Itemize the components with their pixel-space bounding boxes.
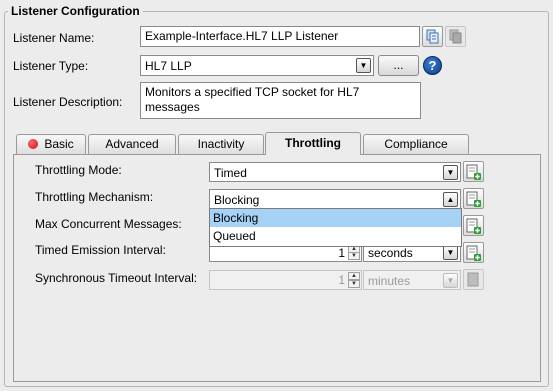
max-concurrent-label: Max Concurrent Messages: xyxy=(35,217,182,231)
listener-description-label: Listener Description: xyxy=(13,95,123,109)
tab-compliance-label: Compliance xyxy=(384,137,448,151)
help-icon[interactable]: ? xyxy=(423,56,442,75)
dropdown-option-queued[interactable]: Queued xyxy=(210,227,461,245)
timed-emission-value: 1 xyxy=(338,246,345,260)
chevron-down-icon: ▼ xyxy=(443,245,458,260)
add-mechanism-button[interactable] xyxy=(463,188,484,209)
listener-type-select[interactable]: HL7 LLP ▼ xyxy=(140,55,374,76)
throttling-mechanism-select[interactable]: Blocking ▲ xyxy=(209,189,461,209)
tab-inactivity-label: Inactivity xyxy=(197,137,245,151)
chevron-down-icon: ▼ xyxy=(443,273,458,288)
add-document-icon xyxy=(466,245,481,261)
tab-advanced[interactable]: Advanced xyxy=(88,134,176,154)
sync-timeout-label: Synchronous Timeout Interval: xyxy=(35,271,198,285)
add-timed-emission-button[interactable] xyxy=(463,242,484,263)
mechanism-dropdown-list: Blocking Queued xyxy=(209,208,462,247)
tab-throttling-label: Throttling xyxy=(285,136,341,150)
browse-button[interactable]: ... xyxy=(378,55,419,76)
sync-timeout-unit: minutes xyxy=(368,274,411,288)
spinner-down-icon[interactable]: ▼ xyxy=(348,280,360,288)
timed-emission-label: Timed Emission Interval: xyxy=(35,243,166,257)
throttling-mechanism-value: Blocking xyxy=(214,193,260,207)
listener-name-label: Listener Name: xyxy=(13,31,95,45)
timed-emission-unit: seconds xyxy=(368,246,413,260)
add-document-icon xyxy=(466,191,481,207)
sync-timeout-value: 1 xyxy=(338,273,345,287)
listener-type-value: HL7 LLP xyxy=(145,59,192,73)
chevron-down-icon: ▼ xyxy=(356,58,371,73)
throttling-mode-value: Timed xyxy=(214,166,247,180)
add-document-icon xyxy=(466,218,481,234)
paste-button[interactable] xyxy=(445,26,466,47)
tab-compliance[interactable]: Compliance xyxy=(363,134,469,154)
tab-throttling[interactable]: Throttling xyxy=(265,132,361,155)
add-sync-timeout-button[interactable] xyxy=(463,269,484,290)
group-title: Listener Configuration xyxy=(8,4,143,18)
dropdown-option-blocking[interactable]: Blocking xyxy=(210,209,461,227)
throttling-mode-select[interactable]: Timed ▼ xyxy=(209,162,461,182)
spinner-up-icon[interactable]: ▲ xyxy=(348,272,360,280)
add-mode-button[interactable] xyxy=(463,161,484,182)
add-document-icon xyxy=(466,164,481,180)
tab-basic-label: Basic xyxy=(44,137,74,151)
sync-timeout-spinner[interactable]: 1 ▲ ▼ xyxy=(209,270,362,290)
tab-basic[interactable]: Basic xyxy=(16,134,86,154)
copy-icon xyxy=(426,29,439,44)
listener-name-field[interactable]: Example-Interface.HL7 LLP Listener xyxy=(140,26,420,47)
listener-type-label: Listener Type: xyxy=(13,59,89,73)
chevron-down-icon: ▼ xyxy=(443,165,458,180)
sync-timeout-unit-select[interactable]: minutes ▼ xyxy=(363,270,461,290)
spinner-down-icon[interactable]: ▼ xyxy=(348,252,360,260)
document-icon xyxy=(467,272,479,287)
paste-icon xyxy=(449,29,462,44)
tab-advanced-label: Advanced xyxy=(105,137,159,151)
chevron-up-icon: ▲ xyxy=(443,192,458,207)
copy-button[interactable] xyxy=(422,26,443,47)
tab-inactivity[interactable]: Inactivity xyxy=(178,134,264,154)
add-max-concurrent-button[interactable] xyxy=(463,215,484,236)
listener-description-field[interactable]: Monitors a specified TCP socket for HL7 … xyxy=(140,82,421,119)
throttling-mechanism-label: Throttling Mechanism: xyxy=(35,190,154,204)
throttling-mode-label: Throttling Mode: xyxy=(35,163,122,177)
error-icon xyxy=(28,139,39,149)
